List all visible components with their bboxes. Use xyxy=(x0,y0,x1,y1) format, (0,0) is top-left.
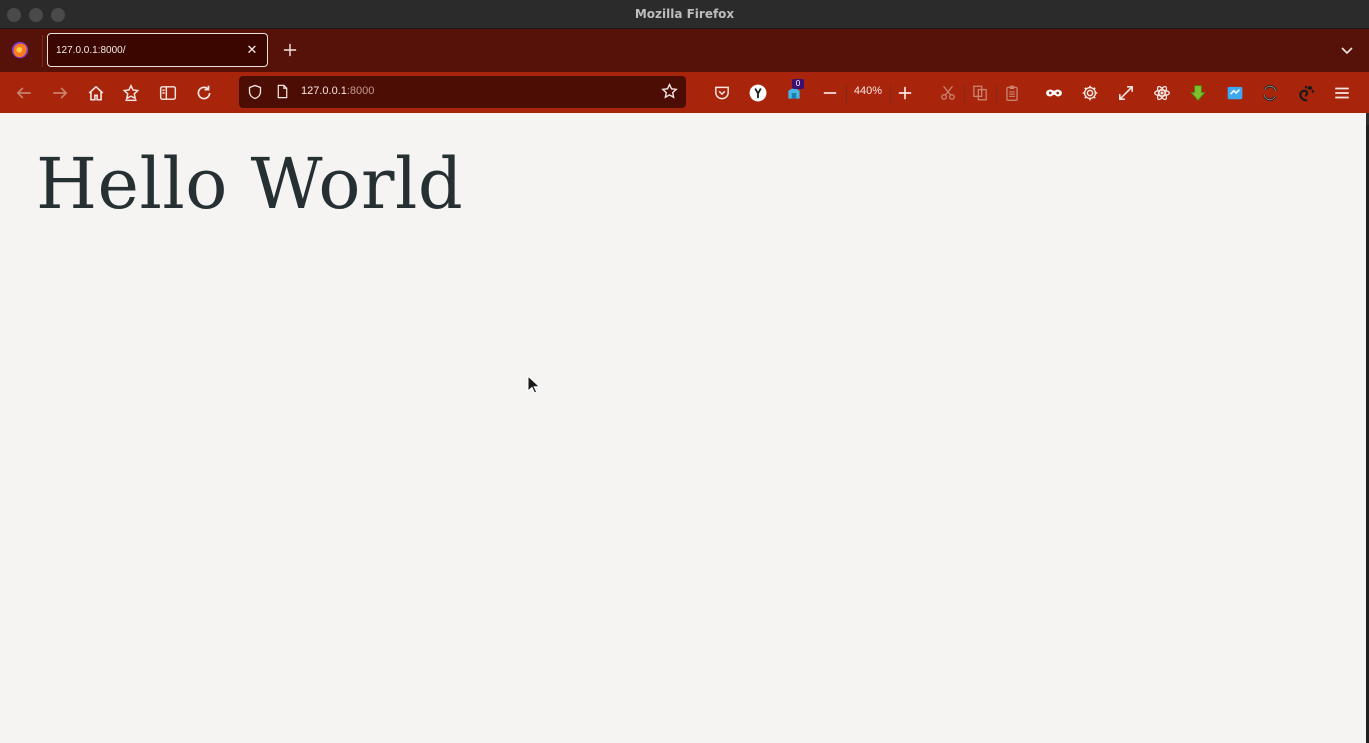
hamburger-menu-icon xyxy=(1335,87,1349,99)
cut-button[interactable] xyxy=(937,82,959,104)
minus-icon xyxy=(823,92,837,94)
url-bar[interactable]: 127.0.0.1:8000 xyxy=(239,76,686,108)
gnome-extension-button[interactable] xyxy=(1295,82,1317,104)
url-address[interactable]: 127.0.0.1:8000 xyxy=(301,85,374,97)
new-tab-button[interactable] xyxy=(280,38,300,62)
fullscreen-icon xyxy=(1119,86,1133,100)
window-titlebar: Mozilla Firefox xyxy=(0,0,1369,29)
tab-active[interactable]: 127.0.0.1:8000/ ✕ xyxy=(47,33,268,67)
paste-button[interactable] xyxy=(1001,82,1023,104)
copy-icon xyxy=(973,85,987,101)
reload-button[interactable] xyxy=(193,82,215,104)
screenshot-button[interactable] xyxy=(1224,82,1246,104)
zoom-separator xyxy=(890,85,891,103)
zoom-in-button[interactable] xyxy=(894,82,916,104)
sidebar-icon xyxy=(159,86,177,100)
settings-button[interactable] xyxy=(1079,82,1101,104)
pocket-icon xyxy=(715,86,729,100)
back-arrow-icon xyxy=(16,87,31,99)
window-maximize-button[interactable] xyxy=(51,8,65,22)
cut-icon xyxy=(941,85,955,100)
gear-icon xyxy=(1082,85,1098,101)
home-button[interactable] xyxy=(85,82,107,104)
yandex-button[interactable] xyxy=(747,82,769,104)
tab-separator xyxy=(42,35,43,67)
react-devtools-icon xyxy=(1154,85,1170,101)
zoom-separator xyxy=(846,85,847,103)
plus-icon xyxy=(283,43,297,57)
react-devtools-button[interactable] xyxy=(1151,82,1173,104)
window-controls xyxy=(7,8,65,22)
plus-icon xyxy=(898,86,912,100)
tab-title: 127.0.0.1:8000/ xyxy=(56,44,126,56)
url-port: :8000 xyxy=(346,85,375,97)
navigation-toolbar: 127.0.0.1:8000 0 440% xyxy=(0,72,1369,113)
page-icon[interactable] xyxy=(275,84,290,99)
private-mask-icon xyxy=(1046,89,1062,97)
close-icon[interactable]: ✕ xyxy=(245,43,259,57)
screenshot-icon xyxy=(1227,86,1243,100)
star-icon[interactable] xyxy=(661,83,678,100)
mouse-cursor-icon xyxy=(527,375,541,394)
firefox-logo-icon[interactable] xyxy=(11,41,29,59)
application-menu-button[interactable] xyxy=(1331,82,1353,104)
url-host: 127.0.0.1 xyxy=(301,85,347,97)
edit-separator xyxy=(964,85,965,103)
shield-icon[interactable] xyxy=(247,84,263,100)
sync-icon xyxy=(1263,85,1277,101)
gnome-icon xyxy=(1299,85,1314,102)
window-title: Mozilla Firefox xyxy=(634,7,735,21)
sidebar-button[interactable] xyxy=(157,82,179,104)
pocket-button[interactable] xyxy=(711,82,733,104)
window-minimize-button[interactable] xyxy=(29,8,43,22)
fullscreen-button[interactable] xyxy=(1115,82,1137,104)
zoom-reset-button[interactable]: 440% xyxy=(849,85,887,97)
page-heading: Hello World xyxy=(36,143,464,225)
download-helper-button[interactable] xyxy=(1187,82,1209,104)
edit-separator xyxy=(996,85,997,103)
extensions-button[interactable] xyxy=(120,82,142,104)
copy-button[interactable] xyxy=(969,82,991,104)
yandex-icon xyxy=(749,84,767,102)
zoom-out-button[interactable] xyxy=(819,82,841,104)
reload-icon xyxy=(197,85,211,100)
extension-icon xyxy=(122,84,140,102)
container-badge: 0 xyxy=(792,79,804,89)
forward-button[interactable] xyxy=(49,82,71,104)
back-button[interactable] xyxy=(13,82,35,104)
home-icon xyxy=(88,85,104,101)
window-close-button[interactable] xyxy=(7,8,21,22)
forward-arrow-icon xyxy=(53,87,68,99)
tab-strip: 127.0.0.1:8000/ ✕ xyxy=(0,29,1369,72)
download-icon xyxy=(1190,85,1206,102)
sync-extension-button[interactable] xyxy=(1259,82,1281,104)
private-browsing-button[interactable] xyxy=(1043,82,1065,104)
chevron-down-icon[interactable] xyxy=(1339,42,1355,58)
paste-icon xyxy=(1006,85,1018,101)
page-viewport: Hello World xyxy=(0,113,1366,743)
